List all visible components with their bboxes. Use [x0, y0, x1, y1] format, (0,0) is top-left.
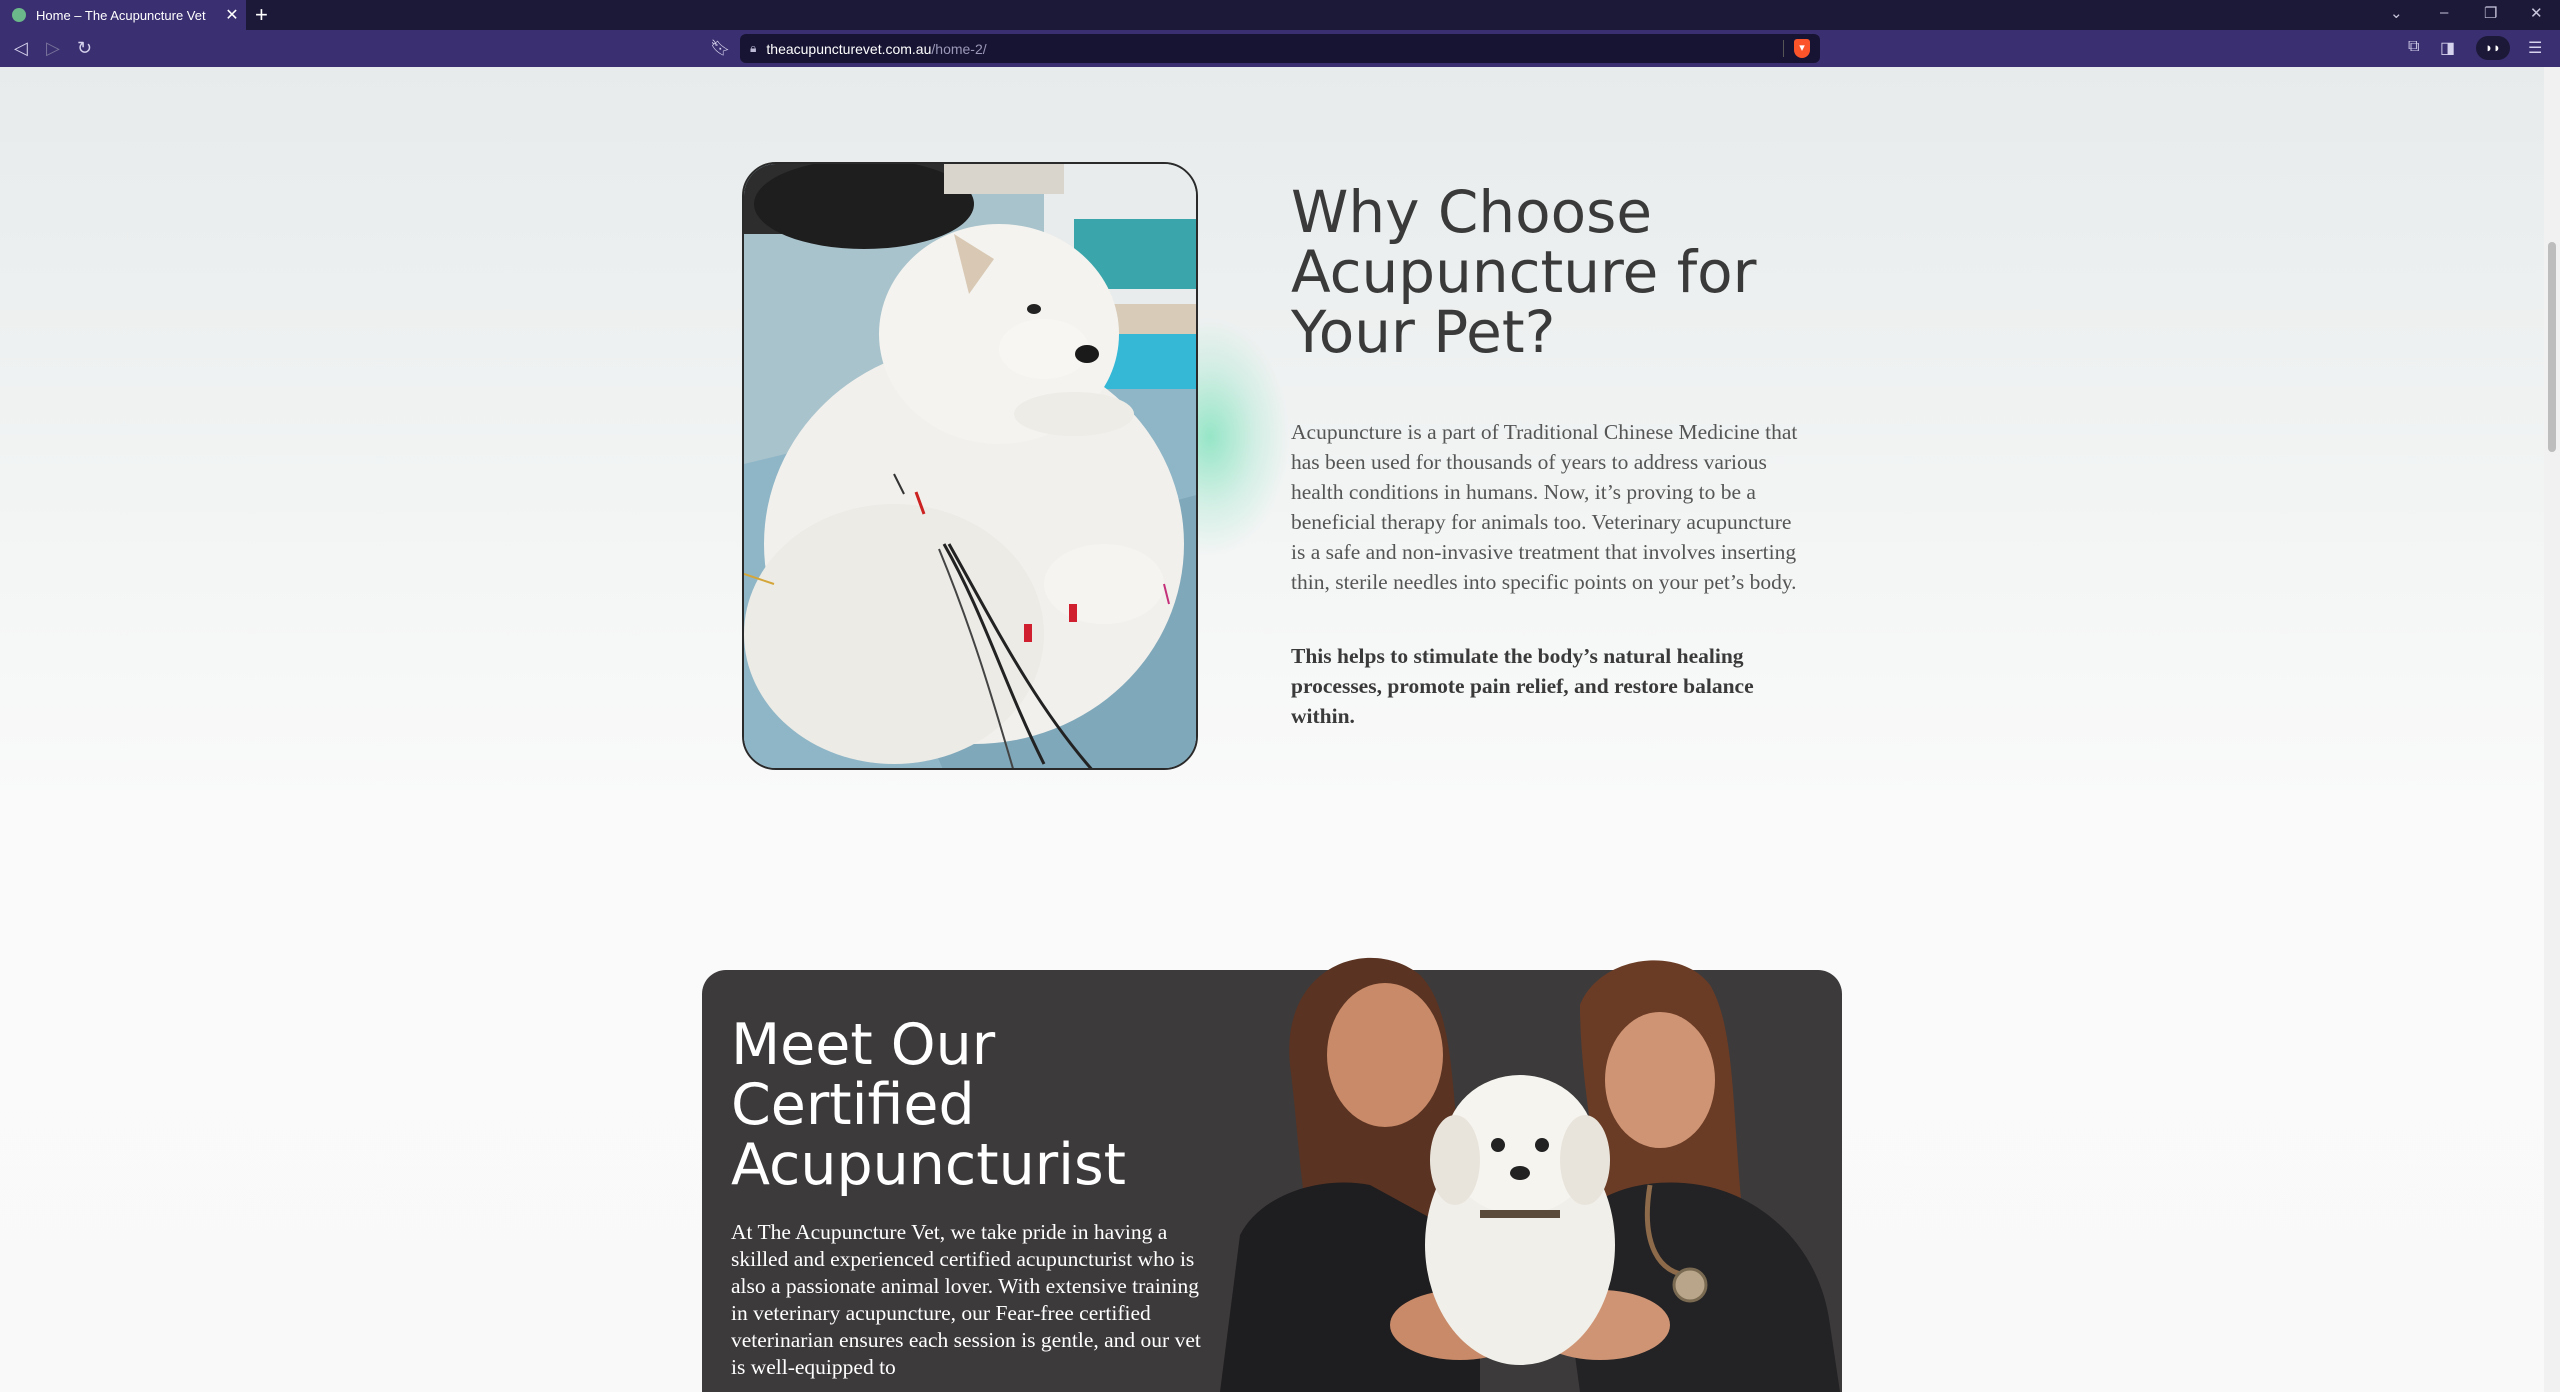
site-favicon-icon	[12, 8, 26, 22]
url-separator	[1783, 40, 1784, 57]
address-bar[interactable]: 🔒︎ theacupuncturevet.com.au/home-2/ ▾	[740, 34, 1820, 63]
why-choose-heading: Why Choose Acupuncture for Your Pet?	[1291, 178, 1757, 366]
bookmark-icon[interactable]: 🔖︎	[710, 38, 730, 58]
forward-icon[interactable]: ▷	[46, 38, 60, 59]
new-tab-button[interactable]: +	[255, 2, 268, 28]
restore-button[interactable]: ❐	[2484, 4, 2497, 22]
url-host: theacupuncturevet.com.au	[766, 40, 932, 57]
reload-icon[interactable]: ↻	[77, 38, 92, 59]
page-viewport: Why Choose Acupuncture for Your Pet? Acu…	[0, 67, 2544, 1392]
dog-photo-illustration	[744, 164, 1196, 768]
why-choose-paragraph: Acupuncture is a part of Traditional Chi…	[1291, 420, 1798, 594]
scrollbar-thumb[interactable]	[2548, 242, 2556, 452]
tab-close-icon[interactable]: ✕	[218, 5, 246, 25]
lock-icon: 🔒︎	[750, 41, 757, 55]
url-path: /home-2/	[931, 40, 987, 57]
minimize-button[interactable]: –	[2440, 4, 2448, 21]
dog-acupuncture-photo	[742, 162, 1198, 770]
browser-tab-active[interactable]: Home – The Acupuncture Vet ✕	[0, 0, 246, 30]
meet-acupuncturist-paragraph: At The Acupuncture Vet, we take pride in…	[731, 1220, 1201, 1379]
vet-team-illustration	[1220, 957, 1840, 1392]
browser-tab-bar: Home – The Acupuncture Vet ✕ + ⌄ – ❐ ✕	[0, 0, 2560, 30]
tab-search-icon[interactable]: ⌄	[2390, 4, 2403, 22]
brave-shield-icon[interactable]: ▾	[1794, 39, 1810, 58]
page-scrollbar[interactable]	[2544, 67, 2560, 1392]
meet-acupuncturist-heading: Meet Our Certified Acupuncturist	[731, 1012, 1127, 1198]
close-window-button[interactable]: ✕	[2530, 4, 2543, 22]
back-icon[interactable]: ◁	[14, 38, 28, 59]
sidebar-icon[interactable]: ◨	[2440, 38, 2455, 58]
browser-toolbar: ◁ ▷ ↻ 🔖︎ 🔒︎ theacupuncturevet.com.au/hom…	[0, 30, 2560, 67]
menu-icon[interactable]: ☰	[2528, 38, 2542, 58]
tab-title: Home – The Acupuncture Vet	[36, 7, 206, 23]
vet-team-photo	[1220, 945, 1840, 1392]
extensions-icon[interactable]: ⧉	[2408, 38, 2419, 56]
wallet-icon[interactable]: ◗◗	[2476, 36, 2510, 60]
why-choose-highlight: This helps to stimulate the body’s natur…	[1291, 644, 1754, 728]
